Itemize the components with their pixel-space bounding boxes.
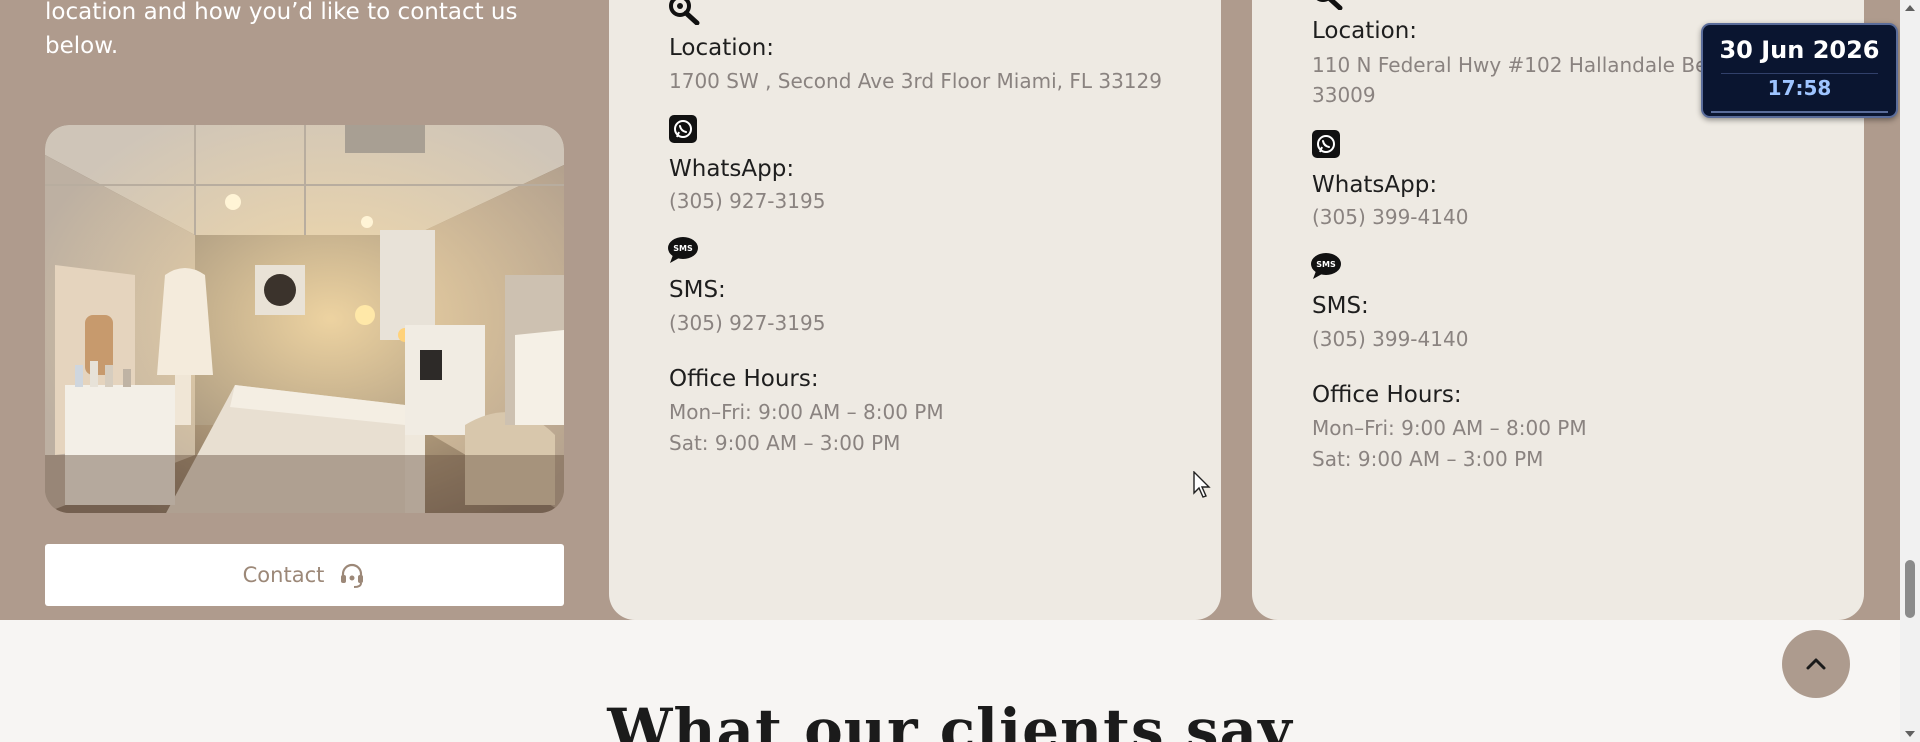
spa-room-photo: [45, 125, 564, 513]
svg-text:SMS: SMS: [673, 244, 693, 253]
contact-section: location and how you’d like to contact u…: [0, 0, 1900, 620]
clock-bottom-line: [1711, 111, 1888, 113]
sms-label: SMS:: [1312, 293, 1369, 319]
hours-saturday: Sat: 9:00 AM – 3:00 PM: [669, 431, 901, 455]
location-label: Location:: [1312, 18, 1418, 44]
whatsapp-label: WhatsApp:: [669, 156, 795, 182]
chevron-up-icon: [1806, 658, 1826, 670]
location-search-icon: [1316, 0, 1343, 10]
hours-weekday: Mon–Fri: 9:00 AM – 8:00 PM: [1312, 416, 1587, 440]
whatsapp-label: WhatsApp:: [1312, 172, 1438, 198]
sms-icon: SMS: [668, 237, 698, 263]
vertical-scrollbar[interactable]: [1900, 0, 1920, 742]
scroll-down-arrow-icon[interactable]: [1904, 728, 1916, 740]
hours-weekday: Mon–Fri: 9:00 AM – 8:00 PM: [669, 400, 944, 424]
intro-line-1: location and how you’d like to contact u…: [45, 0, 518, 25]
spa-room-illustration: [45, 125, 564, 513]
sms-number-link[interactable]: (305) 927-3195: [669, 308, 825, 339]
whatsapp-number-link[interactable]: (305) 927-3195: [669, 186, 825, 217]
clock-time: 17:58: [1767, 76, 1832, 100]
clients-heading: What our clients say: [607, 696, 1293, 742]
page: location and how you’d like to contact u…: [0, 0, 1900, 742]
office-hours-label: Office Hours:: [669, 366, 819, 392]
whatsapp-icon: [1312, 130, 1340, 158]
svg-text:SMS: SMS: [1316, 260, 1336, 269]
location-address-line-2: 33009: [1312, 83, 1376, 107]
intro-line-2: below.: [45, 33, 119, 59]
whatsapp-icon: [669, 115, 697, 143]
clock-date: 30 Jun 2026: [1719, 36, 1880, 64]
contact-button[interactable]: Contact: [45, 544, 564, 606]
contact-intro-text: location and how you’d like to contact u…: [45, 0, 565, 63]
location-address: 1700 SW , Second Ave 3rd Floor Miami, FL…: [669, 69, 1162, 93]
sms-icon: SMS: [1311, 253, 1341, 279]
clock-divider: [1721, 73, 1878, 74]
contact-button-label: Contact: [242, 563, 325, 587]
office-hours-label: Office Hours:: [1312, 382, 1462, 408]
mouse-cursor-icon: [1193, 471, 1211, 498]
scrollbar-thumb[interactable]: [1905, 560, 1915, 618]
location-label: Location:: [669, 35, 775, 61]
back-to-top-button[interactable]: [1782, 630, 1850, 698]
hours-saturday: Sat: 9:00 AM – 3:00 PM: [1312, 447, 1544, 471]
scroll-up-arrow-icon[interactable]: [1904, 2, 1916, 14]
location-search-icon: [669, 0, 700, 25]
headset-icon: [341, 563, 364, 588]
sms-number-link[interactable]: (305) 399-4140: [1312, 324, 1468, 355]
location-card-miami: Location: 1700 SW , Second Ave 3rd Floor…: [609, 0, 1221, 620]
sms-label: SMS:: [669, 277, 726, 303]
whatsapp-number-link[interactable]: (305) 399-4140: [1312, 202, 1468, 233]
clock-widget: 30 Jun 2026 17:58: [1701, 23, 1898, 118]
